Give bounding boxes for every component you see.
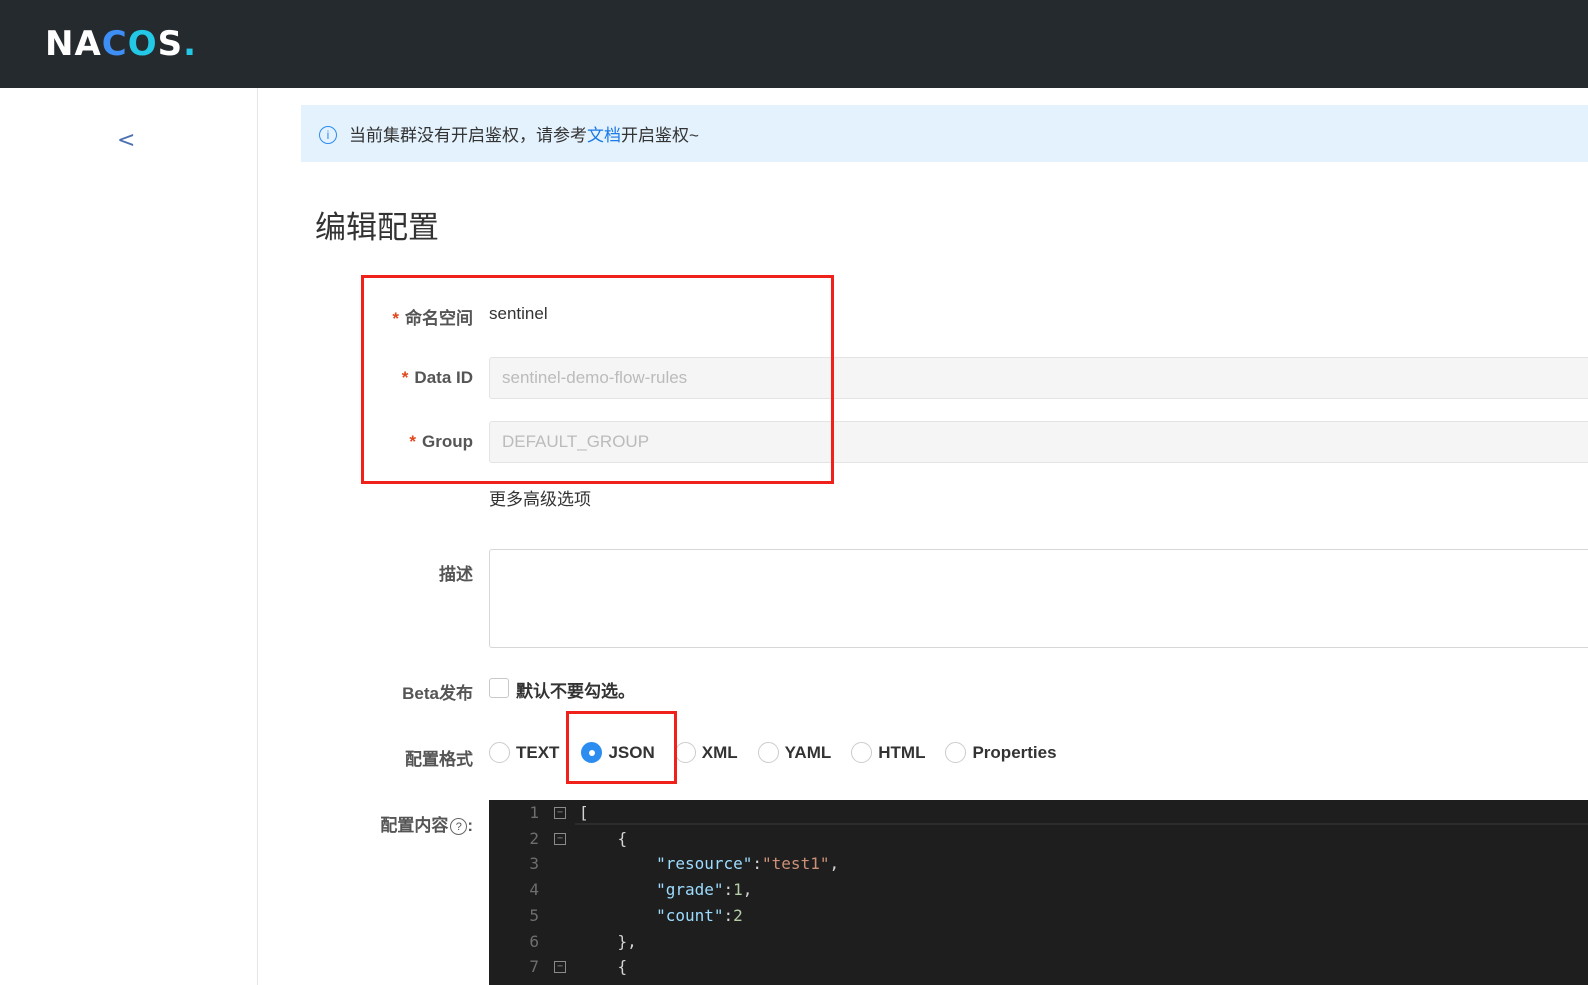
code-text: [ [579, 800, 589, 826]
radio-circle-icon [674, 742, 696, 763]
line-number: 2 [529, 828, 539, 848]
nacos-logo[interactable]: NACOS. [45, 24, 197, 64]
line-number: 5 [529, 905, 539, 925]
info-icon: i [319, 126, 337, 144]
code-token: : [752, 854, 763, 874]
code-line[interactable]: 4 "grade":1, [489, 877, 1588, 903]
dataid-input[interactable]: sentinel-demo-flow-rules [489, 357, 1588, 399]
fold-toggle-icon[interactable]: − [554, 807, 566, 819]
code-token: [ [579, 803, 589, 822]
code-line[interactable]: 7 − { [489, 954, 1588, 980]
radio-text[interactable]: TEXT [489, 742, 559, 763]
radio-checked-icon [581, 742, 603, 763]
fold-toggle-icon[interactable]: − [554, 832, 566, 845]
sidebar [0, 88, 258, 985]
code-token: : [723, 880, 734, 900]
code-token: "resource" [656, 854, 753, 874]
code-editor[interactable]: 1−[2− {3 "resource":"test1", 4 "grade":1,… [489, 800, 1588, 985]
description-label: 描述 [439, 565, 473, 584]
group-input[interactable]: DEFAULT_GROUP [489, 421, 1588, 463]
top-header: NACOS. [0, 0, 1588, 88]
code-token: , [829, 854, 840, 874]
content-label: 配置内容?: [380, 816, 473, 836]
code-line[interactable]: 1 − [ [489, 800, 1588, 826]
radio-yaml[interactable]: YAML [757, 742, 831, 763]
code-token: : [723, 905, 734, 925]
line-number: 3 [529, 854, 539, 874]
line-number: 6 [529, 931, 539, 951]
fold-toggle-icon[interactable]: − [554, 961, 566, 974]
dataid-label: * Data ID [401, 368, 473, 387]
code-line[interactable]: 2 − { [489, 826, 1588, 852]
radio-html[interactable]: HTML [851, 742, 925, 763]
docs-link[interactable]: 文档 [587, 121, 621, 146]
namespace-label: * 命名空间 [392, 309, 473, 328]
radio-xml[interactable]: XML [674, 742, 738, 763]
code-token: 2 [733, 905, 743, 925]
line-number: 1 [529, 803, 539, 822]
code-token: "test1" [762, 854, 830, 874]
beta-label: Beta发布 [402, 684, 473, 703]
group-label: * Group [409, 432, 473, 451]
description-textarea[interactable] [489, 549, 1588, 648]
code-token: "grade" [656, 880, 724, 900]
code-text: }, [579, 929, 637, 955]
code-token: , [742, 880, 753, 900]
code-token: "count" [656, 905, 724, 925]
page-title: 编辑配置 [315, 210, 439, 245]
radio-circle-icon [851, 742, 873, 763]
code-text: { [579, 954, 628, 980]
code-line[interactable]: 3 "resource":"test1", [489, 851, 1588, 877]
collapse-sidebar-chevron-left-icon[interactable]: < [117, 128, 135, 153]
help-icon[interactable]: ? [450, 818, 468, 836]
advanced-options-link[interactable]: 更多高级选项 [489, 485, 591, 510]
code-text: "resource":"test1", [579, 851, 839, 877]
line-number: 7 [529, 957, 539, 977]
radio-circle-icon [757, 742, 779, 763]
beta-checkbox[interactable] [489, 678, 509, 698]
radio-circle-icon [945, 742, 967, 763]
code-text: "grade":1, [579, 877, 752, 903]
radio-json[interactable]: JSON [581, 742, 655, 763]
notice-text-before: 当前集群没有开启鉴权，请参考 [349, 126, 587, 145]
namespace-value: sentinel [489, 304, 548, 323]
auth-notice: i 当前集群没有开启鉴权，请参考 文档 开启鉴权~ [301, 105, 1588, 162]
notice-text-after: 开启鉴权~ [621, 126, 699, 145]
code-token: 1 [733, 880, 743, 900]
radio-circle-icon [489, 742, 510, 763]
code-text: { [579, 826, 628, 852]
code-token: }, [579, 931, 637, 951]
radio-properties[interactable]: Properties [945, 742, 1057, 763]
code-line[interactable]: 5 "count":2 [489, 903, 1588, 929]
code-token: { [579, 828, 628, 848]
code-text: "count":2 [579, 903, 743, 929]
format-label: 配置格式 [405, 750, 473, 769]
code-line[interactable]: 6 }, [489, 929, 1588, 955]
code-token: { [579, 957, 628, 977]
line-number: 4 [529, 880, 539, 900]
beta-hint: 默认不要勾选。 [516, 682, 635, 701]
format-radio-group: TEXT JSON XML YAML HTML Properties [489, 742, 1077, 763]
